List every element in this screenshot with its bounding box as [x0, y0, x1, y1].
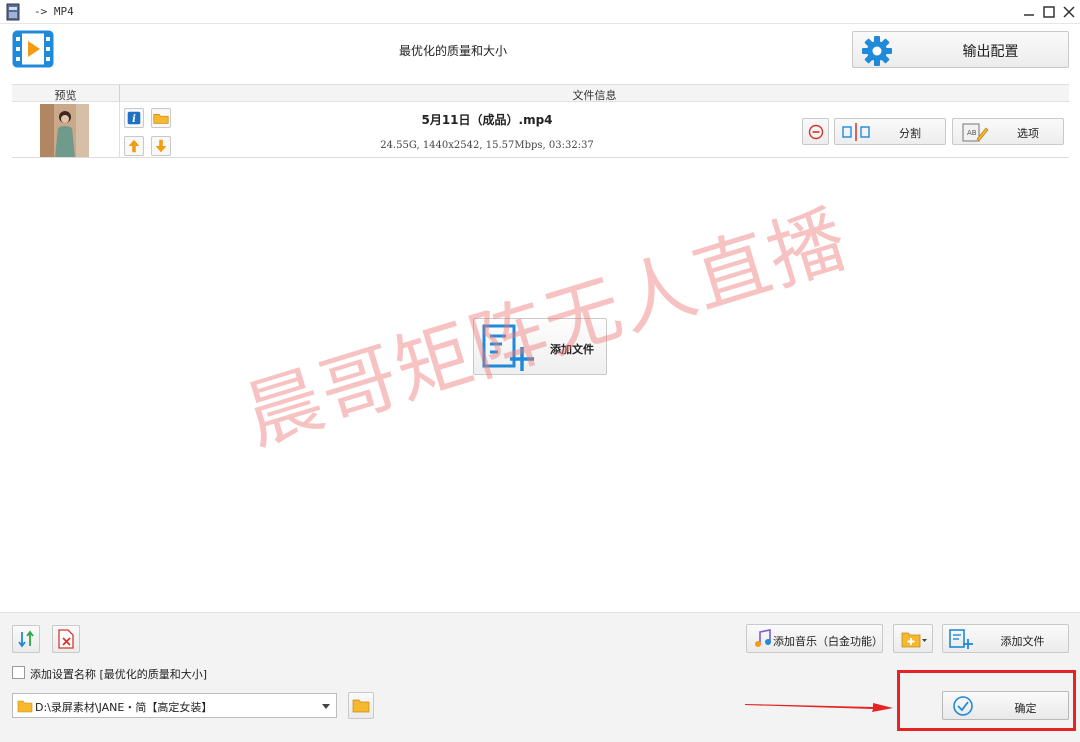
add-file-icon: [949, 629, 973, 649]
add-setting-name-label: 添加设置名称 [最优化的质量和大小]: [30, 668, 208, 681]
folder-icon: [17, 700, 33, 713]
add-file-center-label: 添加文件: [550, 343, 594, 356]
delete-file-icon: [58, 629, 74, 649]
add-music-button[interactable]: 添加音乐（白金功能）: [746, 624, 883, 653]
output-path-select[interactable]: D:\录屏素材\JANE・简【高定女装】: [12, 693, 337, 718]
close-icon[interactable]: [1060, 3, 1078, 21]
file-meta: 24.55G, 1440x2542, 15.57Mbps, 03:32:37: [380, 140, 594, 151]
music-note-icon: [755, 629, 771, 647]
remove-icon: [808, 124, 824, 140]
add-folder-button[interactable]: [893, 624, 933, 653]
add-file-button[interactable]: 添加文件: [942, 624, 1069, 653]
svg-text:AB: AB: [967, 129, 977, 137]
confirm-label: 确定: [1014, 702, 1037, 715]
clear-list-button[interactable]: [52, 625, 80, 653]
maximize-icon[interactable]: [1040, 3, 1058, 21]
split-label: 分割: [899, 127, 921, 140]
info-icon[interactable]: i: [124, 108, 144, 128]
app-icon: [6, 3, 20, 21]
options-icon: AB: [962, 123, 989, 142]
add-music-label: 添加音乐（白金功能）: [773, 635, 883, 648]
options-button[interactable]: AB 选项: [952, 118, 1064, 145]
split-icon: [842, 123, 870, 141]
add-setting-name-checkbox[interactable]: [12, 666, 25, 679]
confirm-button[interactable]: 确定: [942, 691, 1069, 720]
chevron-down-icon[interactable]: [322, 704, 330, 709]
bottom-panel: 添加音乐（白金功能） 添加文件 添加设置名称 [最优化的质量和大小] D:\录屏…: [0, 612, 1080, 742]
file-row[interactable]: i 5月11日（成品）.mp4 24.55G, 1440x2542, 15.57…: [12, 102, 1069, 158]
minimize-icon[interactable]: [1020, 3, 1038, 21]
folder-icon: [352, 699, 370, 713]
file-list-header: 预览 文件信息: [12, 84, 1069, 102]
add-file-label: 添加文件: [1000, 635, 1045, 648]
output-config-button[interactable]: 输出配置: [852, 31, 1069, 68]
add-file-center-button[interactable]: 添加文件: [473, 318, 607, 375]
annotation-arrow: [745, 703, 893, 712]
column-preview: 预览: [54, 89, 77, 102]
output-path-value: D:\录屏素材\JANE・简【高定女装】: [35, 701, 213, 714]
add-folder-icon: [901, 632, 927, 648]
remove-file-button[interactable]: [802, 118, 829, 145]
row-divider: [119, 102, 120, 158]
svg-text:i: i: [132, 114, 136, 125]
file-name: 5月11日（成品）.mp4: [421, 113, 553, 127]
profile-title: 最优化的质量和大小: [398, 44, 507, 58]
window-title: -> MP4: [34, 5, 74, 18]
output-config-label: 输出配置: [962, 44, 1019, 60]
column-file-info: 文件信息: [572, 89, 617, 102]
gear-icon: [862, 36, 892, 66]
check-circle-icon: [953, 696, 973, 716]
options-label: 选项: [1017, 127, 1039, 140]
move-up-icon[interactable]: [124, 136, 144, 156]
split-button[interactable]: 分割: [834, 118, 946, 145]
merge-button[interactable]: [12, 625, 40, 653]
add-file-icon: [482, 324, 534, 371]
video-thumbnail: [40, 104, 89, 157]
browse-folder-button[interactable]: [348, 692, 374, 719]
open-folder-icon[interactable]: [151, 108, 171, 128]
title-bar: -> MP4: [0, 0, 1080, 24]
move-down-icon[interactable]: [151, 136, 171, 156]
video-format-icon: [12, 30, 54, 68]
merge-arrows-icon: [18, 630, 34, 648]
